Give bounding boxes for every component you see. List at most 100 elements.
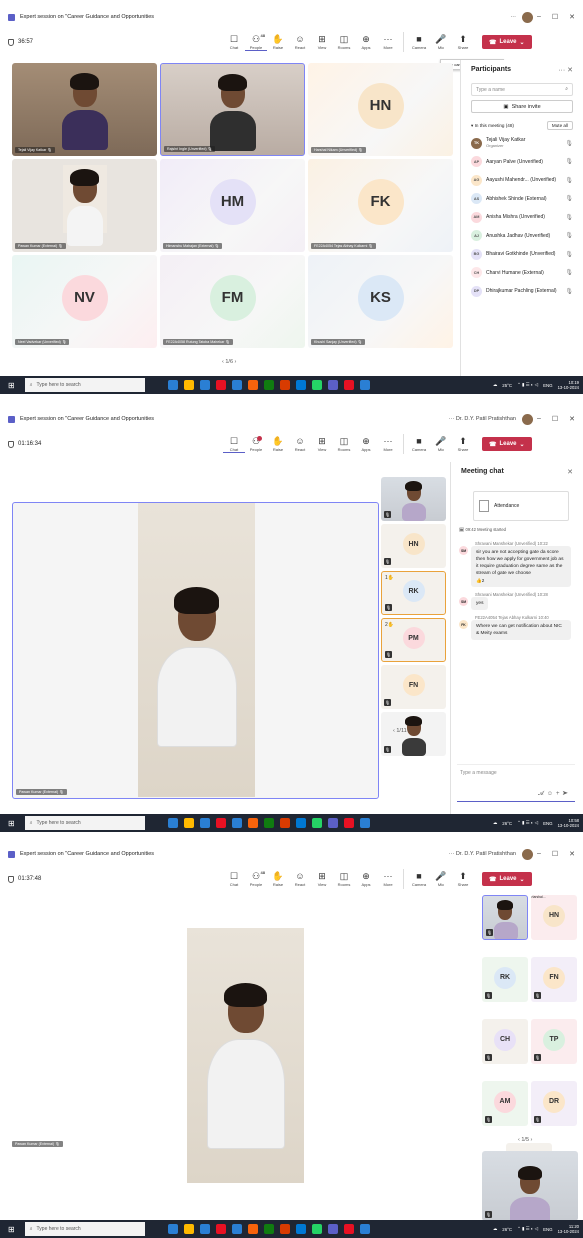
excel-icon[interactable] bbox=[263, 380, 274, 390]
share-button[interactable]: ⬆ Share bbox=[452, 436, 474, 452]
chat-message[interactable]: FE22A4054 Tejas Abhay Kulkarni 10:40 FK Wh… bbox=[459, 615, 575, 640]
grid-video-tile[interactable]: FN 🎙 bbox=[531, 957, 577, 1002]
chevron-down-icon[interactable]: ⌄ bbox=[520, 441, 525, 448]
grid-video-tile[interactable]: TP 🎙 bbox=[531, 1019, 577, 1064]
taskbar-search-input[interactable]: ⌕ Type here to search bbox=[24, 1222, 145, 1236]
video-tile[interactable]: FM FE22A4058 Rutung Tatoba Mahekar 🎙 bbox=[160, 255, 305, 348]
taskbar-clock[interactable]: 11:20 13-10-2024 bbox=[558, 1224, 579, 1234]
participant-row[interactable]: DP Dhirajkumar Pachling (External) 🎙 bbox=[461, 282, 583, 301]
settings-icon[interactable] bbox=[359, 1224, 370, 1234]
whatsapp-icon[interactable] bbox=[311, 818, 322, 828]
grid-video-tile[interactable]: HN Harshal... bbox=[531, 895, 577, 940]
opera-icon[interactable] bbox=[343, 818, 354, 828]
chat-button[interactable]: ☐ Chat bbox=[223, 34, 245, 50]
apps-button[interactable]: ⊕ Apps bbox=[355, 871, 377, 887]
taskbar-search-input[interactable]: ⌕ Type here to search bbox=[24, 816, 145, 830]
chat-message[interactable]: Shravani Manshekar (Unverified) 10:28 SM y… bbox=[459, 592, 575, 610]
whatsapp-icon[interactable] bbox=[311, 380, 322, 390]
participant-row[interactable]: AP Aaryan Palve (Unverified) 🎙 bbox=[461, 153, 583, 172]
mic-off-icon[interactable]: 🎙 bbox=[565, 177, 573, 184]
participant-row[interactable]: AJ Anushka Jadhav (Unverified) 🎙 bbox=[461, 227, 583, 246]
more-button[interactable]: ··· More bbox=[377, 436, 399, 452]
file-explorer-icon[interactable] bbox=[183, 818, 194, 828]
side-video-tile[interactable]: FN 🎙 bbox=[381, 665, 446, 709]
people-button[interactable]: ⚇ People bbox=[245, 436, 267, 452]
mail-icon[interactable] bbox=[247, 818, 258, 828]
raise-button[interactable]: ✋ Raise bbox=[267, 34, 289, 50]
store-icon[interactable] bbox=[215, 1224, 226, 1234]
attendance-card[interactable]: Attendance bbox=[473, 491, 569, 521]
share-button[interactable]: ⬆ Share bbox=[452, 871, 474, 887]
file-explorer-icon[interactable] bbox=[183, 1224, 194, 1234]
minimize-icon[interactable]: – bbox=[537, 415, 541, 423]
panel-close-icon[interactable]: ··· ✕ bbox=[558, 66, 573, 74]
main-video-tile[interactable]: Pawan Kumar (External) 🎙 bbox=[12, 502, 379, 799]
close-icon[interactable]: ✕ bbox=[569, 415, 575, 423]
rooms-button[interactable]: ◫ Rooms bbox=[333, 871, 355, 887]
store-icon[interactable] bbox=[215, 818, 226, 828]
settings-icon[interactable] bbox=[359, 818, 370, 828]
leave-button[interactable]: ☎ Leave ⌄ bbox=[482, 437, 532, 451]
mic-off-icon[interactable]: 🎙 bbox=[565, 269, 573, 276]
grid-pager[interactable]: ‹ 1/5 › bbox=[518, 1137, 532, 1143]
chevron-down-icon[interactable]: ⌄ bbox=[520, 39, 525, 46]
video-tile[interactable]: HN Harshal Nikam (Unverified) 🎙 bbox=[308, 63, 453, 156]
avatar[interactable] bbox=[521, 11, 533, 23]
powerpoint-icon[interactable] bbox=[279, 818, 290, 828]
close-icon[interactable]: ✕ bbox=[567, 468, 573, 476]
chat-message[interactable]: Shravani Manshekar (Unverified) 10:22 SM s… bbox=[459, 541, 575, 587]
mute-all-button[interactable]: Mute all bbox=[546, 121, 573, 130]
powerpoint-icon[interactable] bbox=[279, 380, 290, 390]
participants-section-header[interactable]: ▾ In this meeting (48) Mute all bbox=[461, 117, 583, 134]
windows-start-icon[interactable]: ⊞ bbox=[8, 381, 15, 390]
view-button[interactable]: ⊞ View bbox=[311, 34, 333, 50]
view-button[interactable]: ⊞ View bbox=[311, 871, 333, 887]
chevron-right-icon[interactable]: › bbox=[233, 359, 237, 365]
taskbar-search-input[interactable]: ⌕ Type here to search bbox=[24, 378, 145, 392]
maximize-icon[interactable]: ☐ bbox=[552, 415, 558, 423]
mic-off-icon[interactable]: 🎙 bbox=[565, 251, 573, 258]
windows-start-icon[interactable]: ⊞ bbox=[8, 819, 15, 828]
compose-actions[interactable]: 𝓐☺+➤ bbox=[538, 791, 571, 798]
people-button[interactable]: ⚇ 48 People bbox=[245, 33, 267, 51]
mic-button[interactable]: 🎤 Mic bbox=[430, 871, 452, 887]
apps-button[interactable]: ⊕ Apps bbox=[355, 436, 377, 452]
maximize-icon[interactable]: ☐ bbox=[552, 850, 558, 858]
excel-icon[interactable] bbox=[263, 1224, 274, 1234]
participant-row[interactable]: TK Tejali Vijay Katkar Organizer 🎙 bbox=[461, 134, 583, 153]
raise-button[interactable]: ✋ Raise bbox=[267, 436, 289, 452]
tray-icons[interactable]: ⌃ ▮ ☰ ◐ ◁ bbox=[517, 1226, 538, 1232]
mail-icon[interactable] bbox=[247, 1224, 258, 1234]
tray-icons[interactable]: ⌃ ▮ ☰ ◐ ◁ bbox=[517, 382, 538, 388]
grid-video-tile[interactable]: CH 🎙 bbox=[482, 1019, 528, 1064]
video-tile[interactable]: Pawan Kumar (External) 🎙 bbox=[12, 159, 157, 252]
self-view-tile[interactable]: 🎙 bbox=[482, 1151, 578, 1221]
windows-start-icon[interactable]: ⊞ bbox=[8, 1225, 15, 1234]
participant-search-input[interactable]: Type a name ⌕ bbox=[471, 83, 573, 96]
chat-button[interactable]: ☐ Chat bbox=[223, 436, 245, 453]
store-icon[interactable] bbox=[215, 380, 226, 390]
org-switcher[interactable]: ··· bbox=[510, 14, 516, 20]
video-tile[interactable]: HM Himanshu Mahajan (External) 🎙 bbox=[160, 159, 305, 252]
participant-row[interactable]: BG Bhairavi Gotkhinde (Unverified) 🎙 bbox=[461, 245, 583, 264]
video-tile[interactable]: Rajshri Ingle (Unverified) 🎙 bbox=[160, 63, 305, 156]
mic-button[interactable]: 🎤 Mic bbox=[430, 34, 452, 50]
org-switcher[interactable]: ··· Dr. D.Y. Patil Pratishthan bbox=[449, 416, 516, 422]
settings-icon[interactable] bbox=[359, 380, 370, 390]
teams-icon[interactable] bbox=[327, 380, 338, 390]
mic-off-icon[interactable]: 🎙 bbox=[565, 214, 573, 221]
camera-button[interactable]: ■ Camera bbox=[408, 34, 430, 50]
word-icon[interactable] bbox=[295, 1224, 306, 1234]
chrome-icon[interactable] bbox=[231, 818, 242, 828]
mic-off-icon[interactable]: 🎙 bbox=[565, 232, 573, 239]
language-indicator[interactable]: ENG bbox=[543, 1227, 553, 1232]
video-tile[interactable]: KS Khushi Sanjay (Unverified) 🎙 bbox=[308, 255, 453, 348]
participant-row[interactable]: AM Anisha Mishra (Unverified) 🎙 bbox=[461, 208, 583, 227]
raise-button[interactable]: ✋ Raise bbox=[267, 871, 289, 887]
chat-input[interactable]: Type a message bbox=[457, 765, 575, 781]
word-icon[interactable] bbox=[295, 380, 306, 390]
chevron-right-icon[interactable]: › bbox=[529, 1137, 533, 1143]
chevron-right-icon[interactable]: › bbox=[407, 728, 410, 734]
chrome-icon[interactable] bbox=[231, 380, 242, 390]
react-button[interactable]: ☺ React bbox=[289, 436, 311, 452]
